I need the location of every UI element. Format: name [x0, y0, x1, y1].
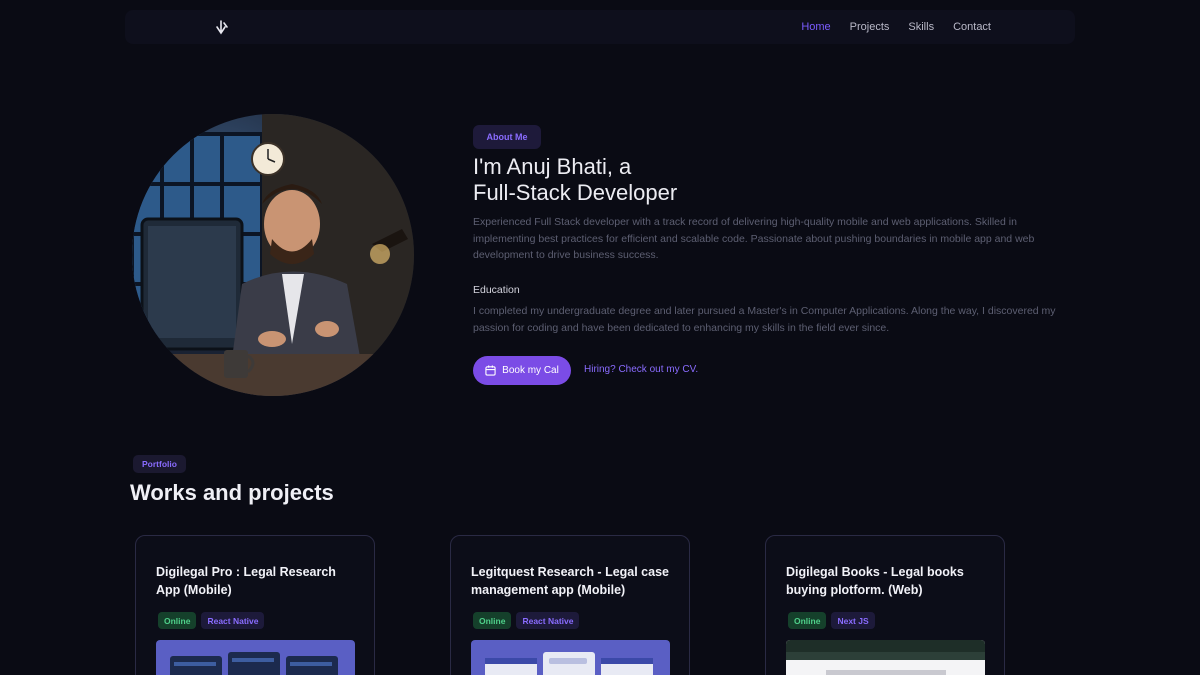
nav-links: Home Projects Skills Contact: [801, 10, 991, 44]
nav-home[interactable]: Home: [801, 21, 830, 33]
education-description: I completed my undergraduate degree and …: [473, 305, 1056, 334]
project-title: Digilegal Pro : Legal Research App (Mobi…: [156, 565, 336, 597]
navbar: Home Projects Skills Contact: [125, 10, 1075, 44]
education-title: Education: [473, 284, 520, 296]
project-tags: Online React Native: [158, 612, 265, 629]
status-badge: Online: [788, 612, 827, 629]
book-cal-label: Book my Cal: [502, 365, 559, 376]
project-tags: Online Next JS: [788, 612, 875, 629]
hero-title: I'm Anuj Bhati, a Full-Stack Developer: [473, 154, 677, 206]
project-thumbnail: [786, 640, 985, 675]
project-card-1[interactable]: Digilegal Pro : Legal Research App (Mobi…: [135, 535, 375, 675]
tech-badge: React Native: [516, 612, 580, 629]
project-thumbnail: [471, 640, 670, 675]
book-cal-button[interactable]: Book my Cal: [473, 356, 571, 385]
hero-description: Experienced Full Stack developer with a …: [473, 216, 1035, 261]
works-title: Works and projects: [130, 480, 334, 505]
project-card-3[interactable]: Digilegal Books - Legal books buying plo…: [765, 535, 1005, 675]
status-badge: Online: [473, 612, 512, 629]
project-title: Digilegal Books - Legal books buying plo…: [786, 565, 964, 597]
hero-title-line2: Full-Stack Developer: [473, 180, 678, 205]
project-thumbnail: [156, 640, 355, 675]
calendar-icon: [485, 365, 496, 376]
project-title: Legitquest Research - Legal case managem…: [471, 565, 669, 597]
project-tags: Online React Native: [473, 612, 580, 629]
project-card-2[interactable]: Legitquest Research - Legal case managem…: [450, 535, 690, 675]
status-badge: Online: [158, 612, 197, 629]
logo-icon[interactable]: [213, 19, 229, 35]
about-me-badge: About Me: [473, 125, 541, 149]
nav-projects[interactable]: Projects: [850, 21, 890, 33]
hero-title-line1: I'm Anuj Bhati, a: [473, 154, 632, 179]
nav-skills[interactable]: Skills: [908, 21, 934, 33]
nav-contact[interactable]: Contact: [953, 21, 991, 33]
tech-badge: React Native: [201, 612, 265, 629]
profile-avatar: [132, 114, 414, 396]
tech-badge: Next JS: [831, 612, 875, 629]
cv-link[interactable]: Hiring? Check out my CV.: [584, 364, 698, 375]
portfolio-badge: Portfolio: [133, 455, 186, 473]
